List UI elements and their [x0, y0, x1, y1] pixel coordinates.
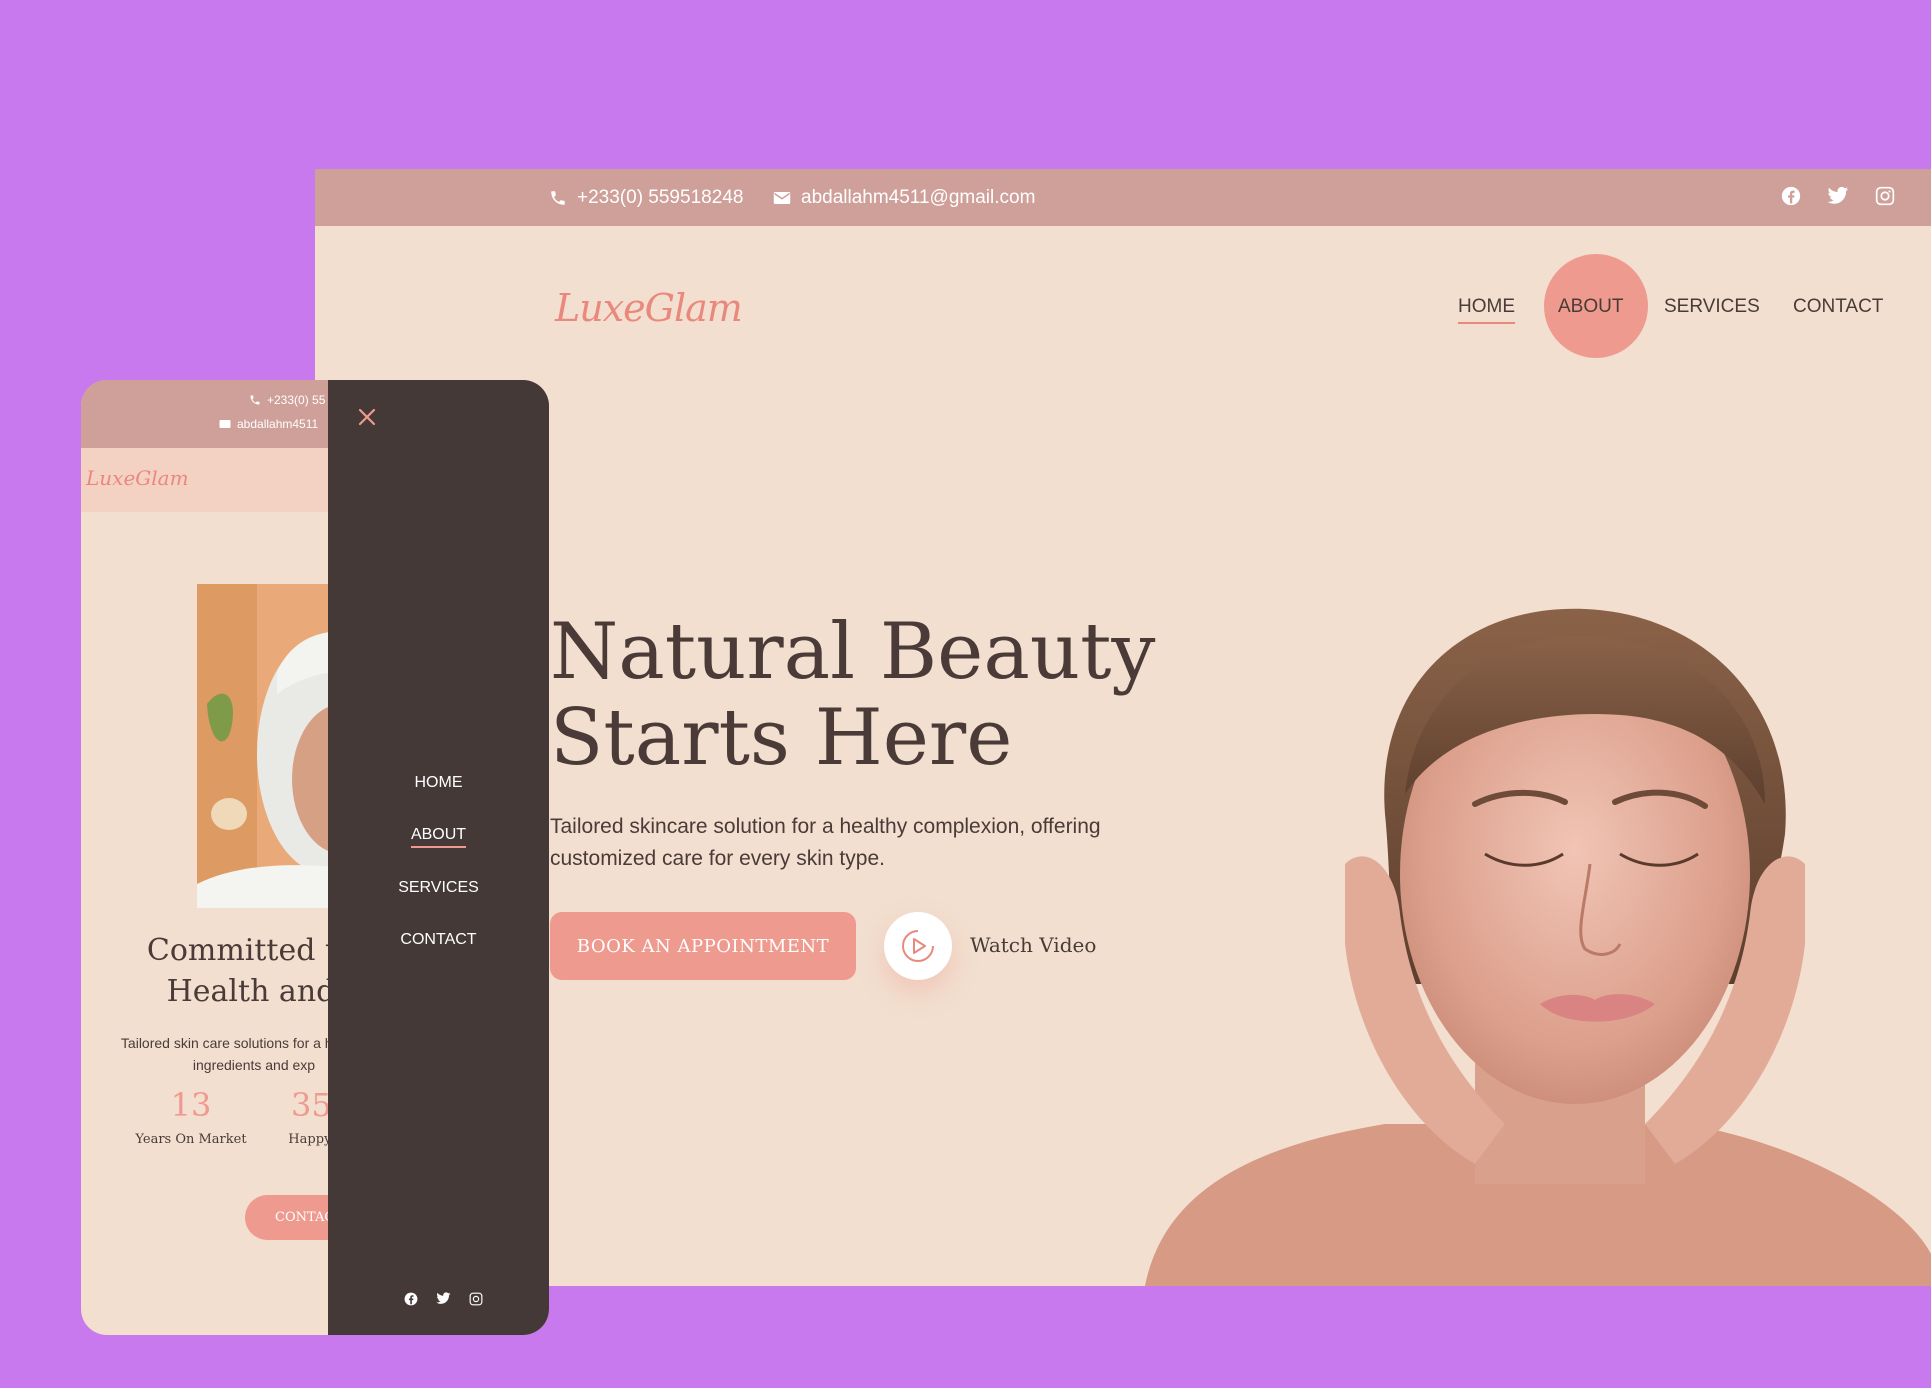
facebook-icon[interactable] [404, 1292, 418, 1306]
mobile-email-address: abdallahm4511 [237, 417, 319, 431]
hero-title-line-1: Natural Beauty [550, 607, 1156, 697]
twitter-icon[interactable] [436, 1292, 451, 1305]
phone-number: +233(0) 559518248 [577, 187, 744, 208]
close-icon[interactable] [356, 406, 378, 428]
brand-logo[interactable]: LuxeGlam [555, 286, 743, 330]
desktop-mockup: +233(0) 559518248 abdallahm4511@gmail.co… [315, 169, 1931, 1286]
phone-icon [250, 395, 260, 405]
drawer-item-about[interactable]: ABOUT [328, 826, 549, 848]
twitter-icon[interactable] [1827, 186, 1849, 206]
drawer-item-about-label: ABOUT [410, 826, 467, 848]
hero-model-photo [1145, 608, 1931, 1286]
nav-contact[interactable]: CONTACT [1793, 296, 1883, 318]
stat-value: 13 [170, 1086, 212, 1124]
stat-label: Years On Market [135, 1132, 247, 1147]
drawer-item-home[interactable]: HOME [328, 774, 549, 792]
main-navbar: LuxeGlam HOME ABOUT SERVICES CONTACT [315, 226, 1931, 396]
mail-icon [773, 192, 791, 204]
email-address: abdallahm4511@gmail.com [801, 187, 1036, 208]
nav-home[interactable]: HOME [1458, 296, 1515, 324]
watch-video-label[interactable]: Watch Video [970, 933, 1096, 957]
nav-about[interactable]: ABOUT [1558, 296, 1623, 318]
drawer-social-links [404, 1292, 483, 1306]
social-links [1781, 186, 1931, 206]
mobile-mockup: +233(0) 55 abdallahm4511 LuxeGlam Commit… [81, 380, 549, 1335]
drawer-item-services[interactable]: SERVICES [328, 879, 549, 897]
mobile-phone-number: +233(0) 55 [267, 393, 326, 407]
play-icon [902, 930, 934, 962]
mobile-email-contact[interactable]: abdallahm4511 [219, 417, 318, 431]
mail-icon [219, 420, 231, 428]
mobile-nav-drawer: HOME ABOUT SERVICES CONTACT [328, 380, 549, 1335]
email-contact[interactable]: abdallahm4511@gmail.com [773, 187, 1035, 209]
phone-contact[interactable]: +233(0) 559518248 [549, 187, 743, 209]
mobile-phone-contact[interactable]: +233(0) 55 [249, 393, 325, 407]
hero-title: Natural Beauty Starts Here [550, 609, 1170, 781]
instagram-icon[interactable] [1875, 186, 1895, 206]
hero-subtitle: Tailored skincare solution for a healthy… [550, 815, 1101, 870]
mobile-brand-logo[interactable]: LuxeGlam [86, 466, 189, 490]
play-video-button[interactable] [884, 912, 952, 980]
drawer-item-contact[interactable]: CONTACT [328, 931, 549, 949]
instagram-icon[interactable] [469, 1292, 483, 1306]
book-appointment-button[interactable]: BOOK AN APPOINTMENT [550, 912, 856, 980]
hero-title-line-2: Starts Here [550, 693, 1013, 783]
nav-services[interactable]: SERVICES [1664, 296, 1760, 318]
top-contact-bar: +233(0) 559518248 abdallahm4511@gmail.co… [315, 169, 1931, 226]
phone-icon [551, 191, 565, 205]
facebook-icon[interactable] [1781, 186, 1801, 206]
